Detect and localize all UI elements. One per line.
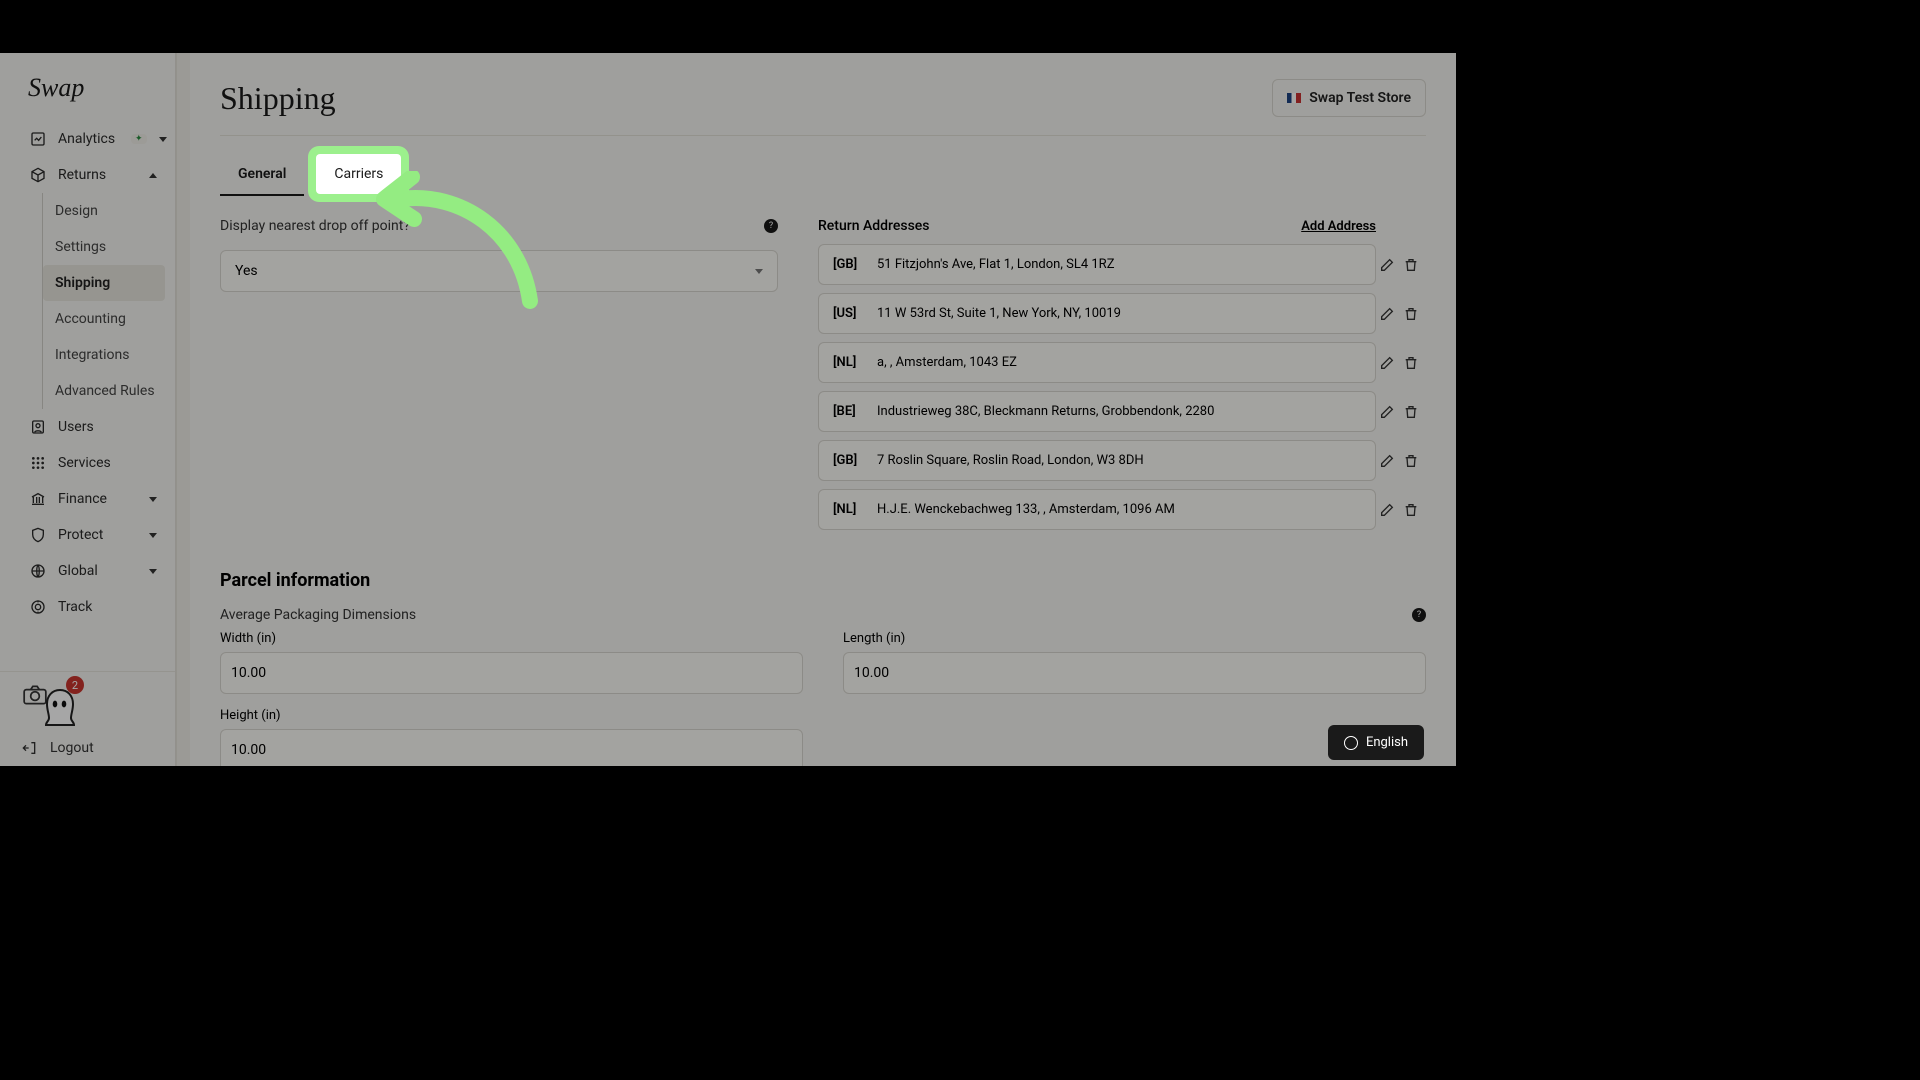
- dropoff-label-text: Display nearest drop off point?: [220, 218, 410, 234]
- address-country: [GB]: [833, 257, 865, 272]
- parcel-info-heading: Parcel information: [220, 570, 1426, 591]
- address-country: [NL]: [833, 502, 865, 517]
- sidebar-item-users[interactable]: Users: [0, 409, 175, 445]
- delete-icon[interactable]: [1403, 404, 1419, 420]
- sidebar-item-finance[interactable]: Finance: [0, 481, 175, 517]
- subnav-advanced-rules[interactable]: Advanced Rules: [43, 373, 175, 409]
- address-country: [NL]: [833, 355, 865, 370]
- chart-icon: [30, 131, 46, 147]
- notification-count: 2: [66, 676, 84, 694]
- page-title: Shipping: [220, 80, 336, 117]
- address-row: [GB] 51 Fitzjohn's Ave, Flat 1, London, …: [818, 244, 1376, 285]
- sidebar-item-label: Analytics: [58, 131, 115, 147]
- app-viewport: Swap Analytics ✦ Returns Design Settings…: [0, 53, 1456, 766]
- logout-label: Logout: [50, 740, 94, 756]
- height-label: Height (in): [220, 708, 803, 723]
- language-label: English: [1366, 735, 1408, 750]
- sidebar-item-label: Protect: [58, 527, 103, 543]
- width-input[interactable]: [220, 652, 803, 694]
- delete-icon[interactable]: [1403, 502, 1419, 518]
- sidebar-item-global[interactable]: Global: [0, 553, 175, 589]
- return-addresses-heading: Return Addresses: [818, 218, 929, 234]
- length-input[interactable]: [843, 652, 1426, 694]
- address-list: [GB] 51 Fitzjohn's Ave, Flat 1, London, …: [818, 244, 1376, 530]
- sidebar-item-label: Services: [58, 455, 111, 471]
- subnav-integrations[interactable]: Integrations: [43, 337, 175, 373]
- length-label: Length (in): [843, 631, 1426, 646]
- returns-subnav: Design Settings Shipping Accounting Inte…: [42, 193, 175, 409]
- avg-dimensions-label: Average Packaging Dimensions: [220, 607, 416, 623]
- sidebar-item-label: Returns: [58, 167, 106, 183]
- help-icon[interactable]: ?: [1412, 608, 1426, 622]
- edit-icon[interactable]: [1379, 453, 1395, 469]
- address-row: [US] 11 W 53rd St, Suite 1, New York, NY…: [818, 293, 1376, 334]
- edit-icon[interactable]: [1379, 257, 1395, 273]
- sidebar-item-label: Finance: [58, 491, 107, 507]
- shield-icon: [30, 527, 46, 543]
- user-icon: [30, 419, 46, 435]
- address-text: H.J.E. Wenckebachweg 133, , Amsterdam, 1…: [877, 502, 1361, 517]
- delete-icon[interactable]: [1403, 306, 1419, 322]
- target-icon: [30, 599, 46, 615]
- sidebar-item-returns[interactable]: Returns: [0, 157, 175, 193]
- tab-general[interactable]: General: [220, 154, 304, 196]
- address-country: [BE]: [833, 404, 865, 419]
- delete-icon[interactable]: [1403, 453, 1419, 469]
- sidebar-item-protect[interactable]: Protect: [0, 517, 175, 553]
- help-icon[interactable]: ?: [764, 219, 778, 233]
- store-selector[interactable]: Swap Test Store: [1272, 79, 1426, 117]
- notification-widget[interactable]: 2: [22, 684, 78, 730]
- edit-icon[interactable]: [1379, 502, 1395, 518]
- address-text: 11 W 53rd St, Suite 1, New York, NY, 100…: [877, 306, 1361, 321]
- add-address-link[interactable]: Add Address: [1301, 219, 1376, 234]
- delete-icon[interactable]: [1403, 355, 1419, 371]
- sidebar-item-label: Track: [58, 599, 92, 615]
- width-label: Width (in): [220, 631, 803, 646]
- dropoff-label: Display nearest drop off point? ?: [220, 218, 778, 234]
- sidebar-item-analytics[interactable]: Analytics ✦: [0, 121, 175, 157]
- shipping-tabs: General Carriers: [220, 154, 1426, 196]
- logout-button[interactable]: Logout: [22, 740, 157, 756]
- grid-icon: [30, 455, 46, 471]
- dropoff-select[interactable]: Yes: [220, 250, 778, 292]
- sidebar-item-track[interactable]: Track: [0, 589, 175, 625]
- subnav-design[interactable]: Design: [43, 193, 175, 229]
- address-text: a, , Amsterdam, 1043 EZ: [877, 355, 1361, 370]
- address-text: Industrieweg 38C, Bleckmann Returns, Gro…: [877, 404, 1361, 419]
- main-content: Shipping Swap Test Store General Carrier…: [190, 53, 1456, 766]
- address-row: [BE] Industrieweg 38C, Bleckmann Returns…: [818, 391, 1376, 432]
- new-badge: ✦: [131, 134, 147, 144]
- logout-icon: [22, 740, 38, 756]
- address-country: [GB]: [833, 453, 865, 468]
- sidebar-item-services[interactable]: Services: [0, 445, 175, 481]
- store-name: Swap Test Store: [1309, 90, 1411, 106]
- subnav-settings[interactable]: Settings: [43, 229, 175, 265]
- sidebar-scrollbar[interactable]: [176, 53, 190, 766]
- sidebar: Swap Analytics ✦ Returns Design Settings…: [0, 53, 176, 766]
- subnav-shipping[interactable]: Shipping: [43, 265, 165, 301]
- tab-carriers[interactable]: Carriers: [316, 154, 401, 194]
- edit-icon[interactable]: [1379, 306, 1395, 322]
- delete-icon[interactable]: [1403, 257, 1419, 273]
- box-icon: [30, 167, 46, 183]
- address-row: [GB] 7 Roslin Square, Roslin Road, Londo…: [818, 440, 1376, 481]
- address-row: [NL] H.J.E. Wenckebachweg 133, , Amsterd…: [818, 489, 1376, 530]
- address-row: [NL] a, , Amsterdam, 1043 EZ: [818, 342, 1376, 383]
- brand-logo: Swap: [0, 73, 175, 121]
- sidebar-item-label: Global: [58, 563, 98, 579]
- height-input[interactable]: [220, 729, 803, 766]
- address-text: 51 Fitzjohn's Ave, Flat 1, London, SL4 1…: [877, 257, 1361, 272]
- bank-icon: [30, 491, 46, 507]
- dropoff-value: Yes: [235, 263, 258, 279]
- address-text: 7 Roslin Square, Roslin Road, London, W3…: [877, 453, 1361, 468]
- edit-icon[interactable]: [1379, 404, 1395, 420]
- edit-icon[interactable]: [1379, 355, 1395, 371]
- language-selector[interactable]: English: [1328, 725, 1424, 760]
- address-country: [US]: [833, 306, 865, 321]
- sidebar-item-label: Users: [58, 419, 94, 435]
- subnav-accounting[interactable]: Accounting: [43, 301, 175, 337]
- globe-icon: [30, 563, 46, 579]
